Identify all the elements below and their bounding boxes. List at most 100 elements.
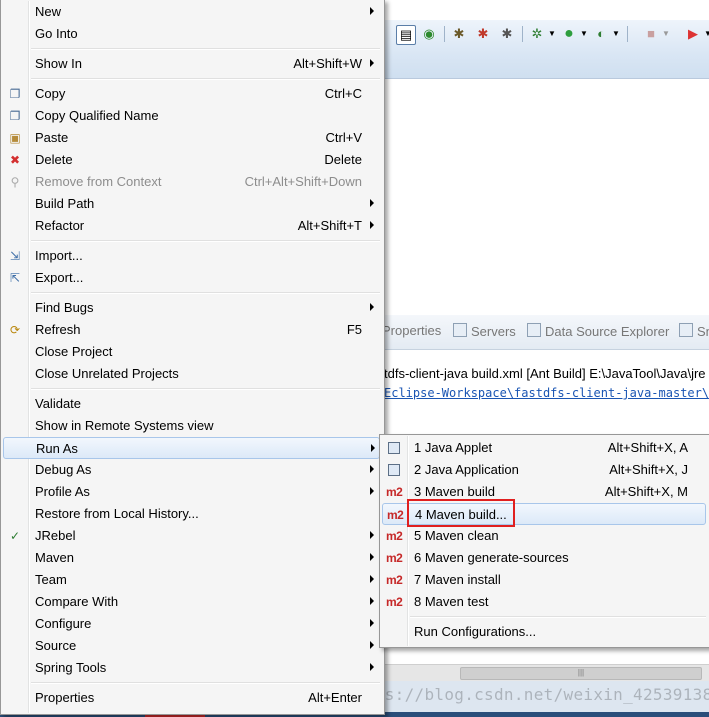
menu-item-go-into[interactable]: Go Into — [3, 23, 380, 45]
menu-item-refactor[interactable]: Refactor Alt+Shift+T — [3, 215, 380, 237]
menu-item-label: Run As — [36, 441, 78, 456]
servers-icon — [453, 323, 467, 337]
ide-toolbar: ▤ ◉ ✱ ✱ ✱ ✲ ▼ ● ▼ ◐ ▼ ■ ▼ ▶ ▼ — [380, 20, 709, 79]
refresh-icon: ⟳ — [9, 323, 21, 337]
menu-item-label: 3 Maven build — [414, 484, 495, 499]
menu-item-label: Close Unrelated Projects — [35, 366, 179, 381]
submenu-arrow-icon — [370, 7, 374, 15]
menu-item-show-in-remote-systems-view[interactable]: Show in Remote Systems view — [3, 415, 380, 437]
menu-item-show-in[interactable]: Show In Alt+Shift+W — [3, 53, 380, 75]
menu-item-label: Delete — [35, 152, 73, 167]
menu-item-8-maven-test[interactable]: m2 8 Maven test — [382, 591, 706, 613]
submenu-arrow-icon — [370, 597, 374, 605]
globe-run-icon[interactable]: ◉ — [420, 25, 438, 43]
chevron-down-icon[interactable]: ▼ — [575, 25, 593, 43]
menu-item-shortcut: Alt+Shift+T — [297, 218, 362, 233]
menu-item-label: 4 Maven build... — [415, 507, 507, 522]
menu-item-build-path[interactable]: Build Path — [3, 193, 380, 215]
console-title: tdfs-client-java build.xml [Ant Build] E… — [384, 366, 706, 381]
menu-item-label: Go Into — [35, 26, 78, 41]
menu-separator — [31, 240, 380, 242]
menu-item-close-project[interactable]: Close Project — [3, 341, 380, 363]
horizontal-scrollbar[interactable]: ||| — [380, 664, 709, 681]
menu-item-refresh[interactable]: ⟳ Refresh F5 — [3, 319, 380, 341]
menu-item-label: Team — [35, 572, 67, 587]
menu-separator — [31, 48, 380, 50]
chevron-down-icon[interactable]: ▼ — [543, 25, 561, 43]
debug-bug-icon[interactable]: ✱ — [450, 25, 468, 43]
menu-item-label: New — [35, 4, 62, 19]
menu-item-1-java-applet[interactable]: 1 Java Applet Alt+Shift+X, A — [382, 437, 706, 459]
menu-separator — [410, 616, 706, 618]
menu-item-new[interactable]: New — [3, 1, 380, 23]
menu-item-validate[interactable]: Validate — [3, 393, 380, 415]
menu-item-label: Source — [35, 638, 77, 653]
menu-item-label: Configure — [35, 616, 92, 631]
menu-item-source[interactable]: Source — [3, 635, 380, 657]
menu-item-copy[interactable]: ❐ Copy Ctrl+C — [3, 83, 380, 105]
menu-item-close-unrelated-projects[interactable]: Close Unrelated Projects — [3, 363, 380, 385]
paste-icon: ▣ — [9, 131, 21, 145]
menu-item-shortcut: Alt+Shift+W — [293, 56, 362, 71]
menu-item-jrebel[interactable]: ✓ JRebel — [3, 525, 380, 547]
menu-item-compare-with[interactable]: Compare With — [3, 591, 380, 613]
maven-icon: m2 — [386, 595, 403, 609]
submenu-arrow-icon — [371, 444, 375, 452]
menu-item-configure[interactable]: Configure — [3, 613, 380, 635]
tab-data-source-explorer[interactable]: Data Source Explorer — [527, 323, 669, 339]
remove-context-icon: ⚲ — [10, 175, 20, 189]
menu-item-spring-tools[interactable]: Spring Tools — [3, 657, 380, 679]
menu-item-shortcut: Delete — [324, 152, 362, 167]
menu-item-profile-as[interactable]: Profile As — [3, 481, 380, 503]
submenu-arrow-icon — [370, 59, 374, 67]
menu-item-properties[interactable]: Properties Alt+Enter — [3, 687, 380, 709]
stop-bug-icon[interactable]: ✱ — [474, 25, 492, 43]
toggle-view-icon[interactable]: ▤ — [396, 25, 416, 45]
menu-item-5-maven-clean[interactable]: m2 5 Maven clean — [382, 525, 706, 547]
menu-item-label: Properties — [35, 690, 95, 705]
chevron-down-icon[interactable]: ▼ — [699, 25, 709, 43]
menu-item-team[interactable]: Team — [3, 569, 380, 591]
menu-item-label: 1 Java Applet — [414, 440, 493, 455]
submenu-arrow-icon — [370, 465, 374, 473]
menu-item-shortcut: Alt+Shift+X, A — [607, 440, 688, 455]
menu-item-debug-as[interactable]: Debug As — [3, 459, 380, 481]
menu-item-copy-qualified-name[interactable]: ❐ Copy Qualified Name — [3, 105, 380, 127]
scrollbar-thumb[interactable]: ||| — [460, 667, 702, 680]
menu-item-label: Find Bugs — [35, 300, 94, 315]
console-path-link[interactable]: Eclipse-Workspace\fastdfs-client-java-ma… — [384, 386, 709, 400]
menu-item-2-java-application[interactable]: 2 Java Application Alt+Shift+X, J — [382, 459, 706, 481]
menu-item-3-maven-build[interactable]: m2 3 Maven build Alt+Shift+X, M — [382, 481, 706, 503]
menu-item-label: Restore from Local History... — [35, 506, 199, 521]
submenu-arrow-icon — [370, 199, 374, 207]
java-applet-icon — [386, 440, 402, 456]
menu-item-7-maven-install[interactable]: m2 7 Maven install — [382, 569, 706, 591]
menu-item-label: Remove from Context — [35, 174, 162, 189]
menu-item-delete[interactable]: ✖ Delete Delete — [3, 149, 380, 171]
menu-item-4-maven-build[interactable]: m2 4 Maven build... — [382, 503, 706, 525]
profile-bug-icon[interactable]: ✱ — [498, 25, 516, 43]
tab-servers[interactable]: Servers — [453, 323, 516, 339]
chevron-down-icon[interactable]: ▼ — [607, 25, 625, 43]
jrebel-icon: ✓ — [9, 529, 21, 543]
menu-item-run-configurations[interactable]: Run Configurations... — [382, 621, 706, 643]
maven-icon: m2 — [386, 551, 403, 565]
submenu-arrow-icon — [370, 531, 374, 539]
tab-properties[interactable]: Properties — [382, 323, 441, 338]
menu-item-import[interactable]: ⇲ Import... — [3, 245, 380, 267]
menu-item-run-as[interactable]: Run As — [3, 437, 380, 459]
menu-item-find-bugs[interactable]: Find Bugs — [3, 297, 380, 319]
menu-item-6-maven-generate-sources[interactable]: m2 6 Maven generate-sources — [382, 547, 706, 569]
menu-item-export[interactable]: ⇱ Export... — [3, 267, 380, 289]
watermark: https://blog.csdn.net/weixin_42539138 — [345, 685, 709, 704]
menu-item-maven[interactable]: Maven — [3, 547, 380, 569]
menu-item-label: Export... — [35, 270, 84, 285]
menu-separator — [31, 682, 380, 684]
menu-item-label: Close Project — [35, 344, 113, 359]
tab-snippets[interactable]: Sn — [679, 323, 709, 339]
export-icon: ⇱ — [9, 271, 21, 285]
submenu-arrow-icon — [370, 575, 374, 583]
menu-item-paste[interactable]: ▣ Paste Ctrl+V — [3, 127, 380, 149]
menu-item-shortcut: Alt+Shift+X, M — [604, 484, 688, 499]
menu-item-restore-from-local-history[interactable]: Restore from Local History... — [3, 503, 380, 525]
